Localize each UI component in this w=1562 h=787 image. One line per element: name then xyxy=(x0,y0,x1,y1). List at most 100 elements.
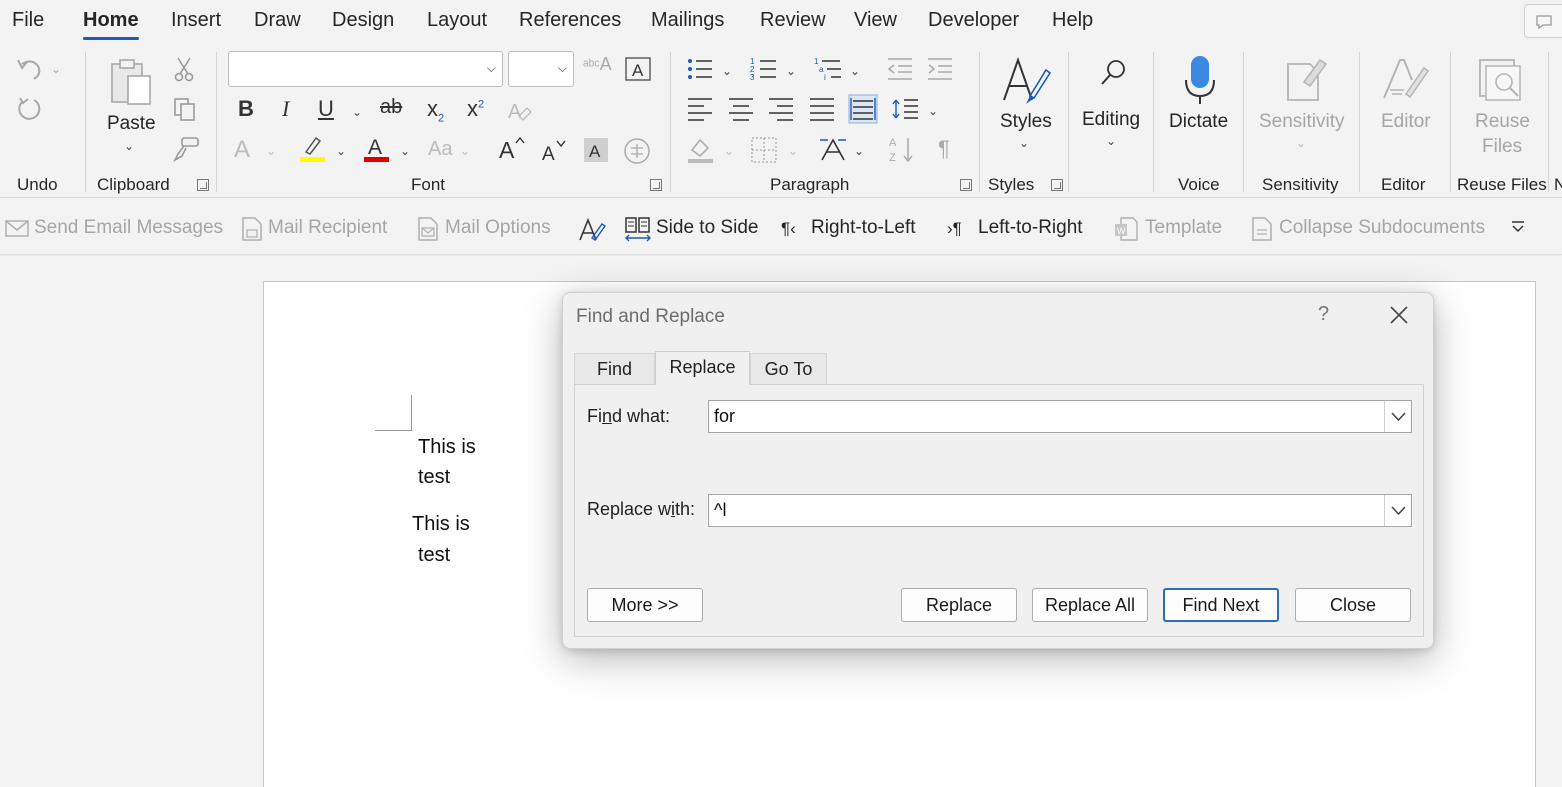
chinese-layout-dropdown-icon[interactable]: ⌄ xyxy=(854,144,864,158)
align-right-icon[interactable] xyxy=(767,96,795,122)
paragraph-launcher-icon[interactable] xyxy=(960,179,972,191)
paste-button[interactable]: Paste xyxy=(107,113,156,135)
justify-icon[interactable] xyxy=(808,96,836,122)
font-launcher-icon[interactable] xyxy=(650,179,662,191)
undo-dropdown-icon[interactable]: ⌄ xyxy=(51,62,61,76)
multilevel-list-icon[interactable]: 1ai xyxy=(814,56,844,82)
increase-indent-icon[interactable] xyxy=(926,56,954,82)
replace-with-field[interactable] xyxy=(708,494,1412,527)
left-to-right-icon[interactable]: ›¶ xyxy=(947,219,962,239)
left-to-right-button[interactable]: Left-to-Right xyxy=(978,217,1083,239)
tab-layout[interactable]: Layout xyxy=(427,9,487,32)
tab-mailings[interactable]: Mailings xyxy=(651,9,724,32)
align-left-icon[interactable] xyxy=(686,96,714,122)
tab-review[interactable]: Review xyxy=(760,9,826,32)
tab-file[interactable]: File xyxy=(12,9,44,32)
borders-icon[interactable] xyxy=(750,136,778,164)
borders-dropdown-icon[interactable]: ⌄ xyxy=(788,144,798,158)
subscript-button[interactable]: x2 xyxy=(427,96,444,124)
paste-icon[interactable] xyxy=(108,56,154,106)
multilevel-dropdown-icon[interactable]: ⌄ xyxy=(850,64,860,78)
editing-button[interactable]: Editing xyxy=(1082,109,1140,131)
tab-view[interactable]: View xyxy=(854,9,897,32)
styles-icon[interactable] xyxy=(1000,54,1052,106)
undo-icon[interactable] xyxy=(14,54,44,84)
decrease-indent-icon[interactable] xyxy=(886,56,914,82)
styles-button[interactable]: Styles xyxy=(1000,111,1052,133)
line-spacing-dropdown-icon[interactable]: ⌄ xyxy=(928,104,938,118)
search-icon[interactable] xyxy=(1099,58,1129,88)
text-effects-icon[interactable]: A xyxy=(234,136,250,164)
tab-home[interactable]: Home xyxy=(83,9,139,40)
side-to-side-button[interactable]: Side to Side xyxy=(656,217,758,239)
help-button[interactable]: ? xyxy=(1318,303,1329,326)
tab-design[interactable]: Design xyxy=(332,9,394,32)
highlighter-icon[interactable] xyxy=(298,134,328,164)
more-button[interactable]: More >> xyxy=(587,588,703,622)
find-history-dropdown[interactable] xyxy=(1384,401,1411,432)
replace-all-button[interactable]: Replace All xyxy=(1032,588,1148,622)
find-what-field[interactable] xyxy=(708,400,1412,433)
numbering-icon[interactable]: 123 xyxy=(750,56,778,82)
replace-with-input[interactable] xyxy=(709,495,1383,526)
styles-launcher-icon[interactable] xyxy=(1051,179,1063,191)
shading-icon[interactable] xyxy=(686,136,716,164)
bold-button[interactable]: B xyxy=(238,96,254,122)
text-effects-clear-icon[interactable]: A xyxy=(505,96,533,124)
font-size-combo[interactable]: ⌵ xyxy=(508,51,574,87)
change-case-dropdown-icon[interactable]: ⌄ xyxy=(460,144,470,158)
styles-dropdown-icon[interactable]: ⌄ xyxy=(1019,136,1029,150)
find-what-input[interactable] xyxy=(709,401,1383,432)
bullets-dropdown-icon[interactable]: ⌄ xyxy=(722,64,732,78)
copy-icon[interactable] xyxy=(172,96,198,122)
shrink-font-icon[interactable]: A xyxy=(540,136,570,164)
tab-draw[interactable]: Draw xyxy=(254,9,301,32)
tab-developer[interactable]: Developer xyxy=(928,9,1019,32)
superscript-button[interactable]: x2 xyxy=(467,96,484,122)
tab-find[interactable]: Find xyxy=(574,353,655,384)
underline-dropdown-icon[interactable]: ⌄ xyxy=(352,105,362,119)
close-button[interactable]: Close xyxy=(1295,588,1411,622)
dictate-button[interactable]: Dictate xyxy=(1169,111,1228,133)
font-color-icon[interactable]: A xyxy=(362,134,392,164)
font-name-combo[interactable]: ⌵ xyxy=(228,51,503,87)
underline-button[interactable]: U xyxy=(318,96,334,122)
shading-dropdown-icon[interactable]: ⌄ xyxy=(724,144,734,158)
italic-button[interactable]: I xyxy=(282,96,289,122)
writing-style-icon[interactable] xyxy=(578,216,606,242)
side-to-side-icon[interactable] xyxy=(624,216,652,242)
change-case-button[interactable]: Aa xyxy=(428,138,452,161)
comments-button[interactable] xyxy=(1524,4,1562,38)
character-shading-icon[interactable]: A xyxy=(582,136,610,164)
redo-icon[interactable] xyxy=(14,94,44,126)
customize-toolbar-icon[interactable] xyxy=(1510,220,1526,234)
tab-goto[interactable]: Go To xyxy=(750,353,827,384)
close-icon[interactable] xyxy=(1386,302,1412,328)
tab-help[interactable]: Help xyxy=(1052,9,1093,32)
find-next-button[interactable]: Find Next xyxy=(1163,588,1279,622)
clipboard-launcher-icon[interactable] xyxy=(197,179,209,191)
tab-insert[interactable]: Insert xyxy=(171,9,221,32)
font-color-dropdown-icon[interactable]: ⌄ xyxy=(400,144,410,158)
sort-icon[interactable]: AZ xyxy=(888,134,918,164)
numbering-dropdown-icon[interactable]: ⌄ xyxy=(786,64,796,78)
align-center-icon[interactable] xyxy=(727,96,755,122)
enclose-characters-icon[interactable] xyxy=(622,136,652,166)
strikethrough-button[interactable]: ab xyxy=(380,96,402,119)
right-to-left-icon[interactable]: ¶‹ xyxy=(781,219,796,239)
chinese-layout-icon[interactable] xyxy=(818,134,848,164)
microphone-icon[interactable] xyxy=(1183,54,1217,106)
right-to-left-button[interactable]: Right-to-Left xyxy=(811,217,916,239)
clear-formatting-icon[interactable]: ᵃᵇᶜA xyxy=(583,54,612,75)
cut-icon[interactable] xyxy=(172,56,196,82)
tab-references[interactable]: References xyxy=(519,9,621,32)
show-hide-marks-icon[interactable]: ¶ xyxy=(938,136,950,162)
character-border-icon[interactable]: A xyxy=(624,56,652,82)
bullets-icon[interactable] xyxy=(686,56,714,82)
format-painter-icon[interactable] xyxy=(172,136,200,162)
replace-history-dropdown[interactable] xyxy=(1384,495,1411,526)
text-effects-dropdown-icon[interactable]: ⌄ xyxy=(266,144,276,158)
distributed-icon[interactable] xyxy=(848,94,878,124)
paste-dropdown-icon[interactable]: ⌄ xyxy=(124,139,134,153)
editing-dropdown-icon[interactable]: ⌄ xyxy=(1106,134,1116,148)
